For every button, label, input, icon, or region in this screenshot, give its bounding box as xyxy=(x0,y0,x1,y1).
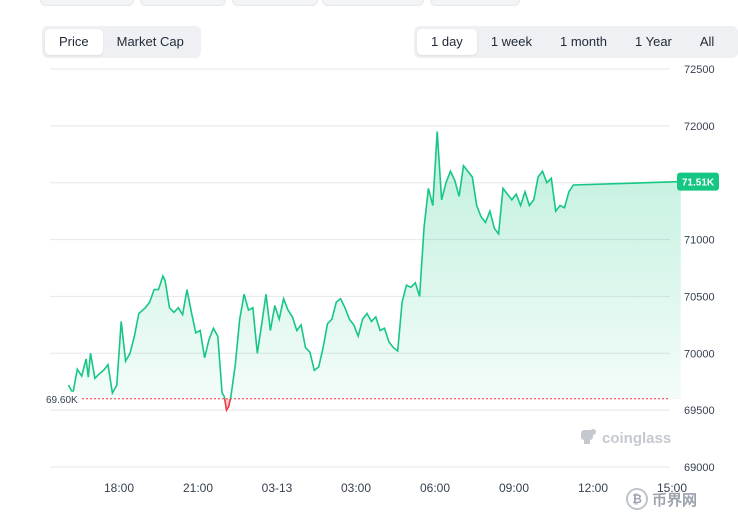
x-tick-label: 21:00 xyxy=(183,481,213,495)
y-tick-label: 72500 xyxy=(684,64,715,76)
y-tick-label: 69000 xyxy=(684,462,715,474)
watermark-text: coinglass xyxy=(602,429,672,447)
coinglass-logo-icon xyxy=(578,426,598,450)
reference-label: 69.60K xyxy=(46,395,78,406)
y-tick-label: 72000 xyxy=(684,121,715,133)
y-tick-label: 70500 xyxy=(684,291,715,303)
coinglass-watermark: coinglass xyxy=(578,426,671,450)
watermark2-text: 币界网 xyxy=(652,491,698,509)
x-tick-label: 12:00 xyxy=(578,481,608,495)
price-area xyxy=(68,131,681,399)
x-tick-label: 09:00 xyxy=(499,481,529,495)
x-tick-label: 18:00 xyxy=(104,481,134,495)
x-tick-label: 06:00 xyxy=(420,481,450,495)
last-price-label: 71.51K xyxy=(682,178,715,189)
y-tick-label: 69500 xyxy=(684,405,715,417)
bitcoin-coin-icon: ₿ xyxy=(626,488,648,510)
x-tick-label: 03:00 xyxy=(341,481,371,495)
bijie-watermark: ₿ 币界网 xyxy=(626,488,697,510)
y-tick-label: 71000 xyxy=(684,235,715,247)
x-tick-label: 03-13 xyxy=(262,481,293,495)
y-tick-label: 70000 xyxy=(684,348,715,360)
